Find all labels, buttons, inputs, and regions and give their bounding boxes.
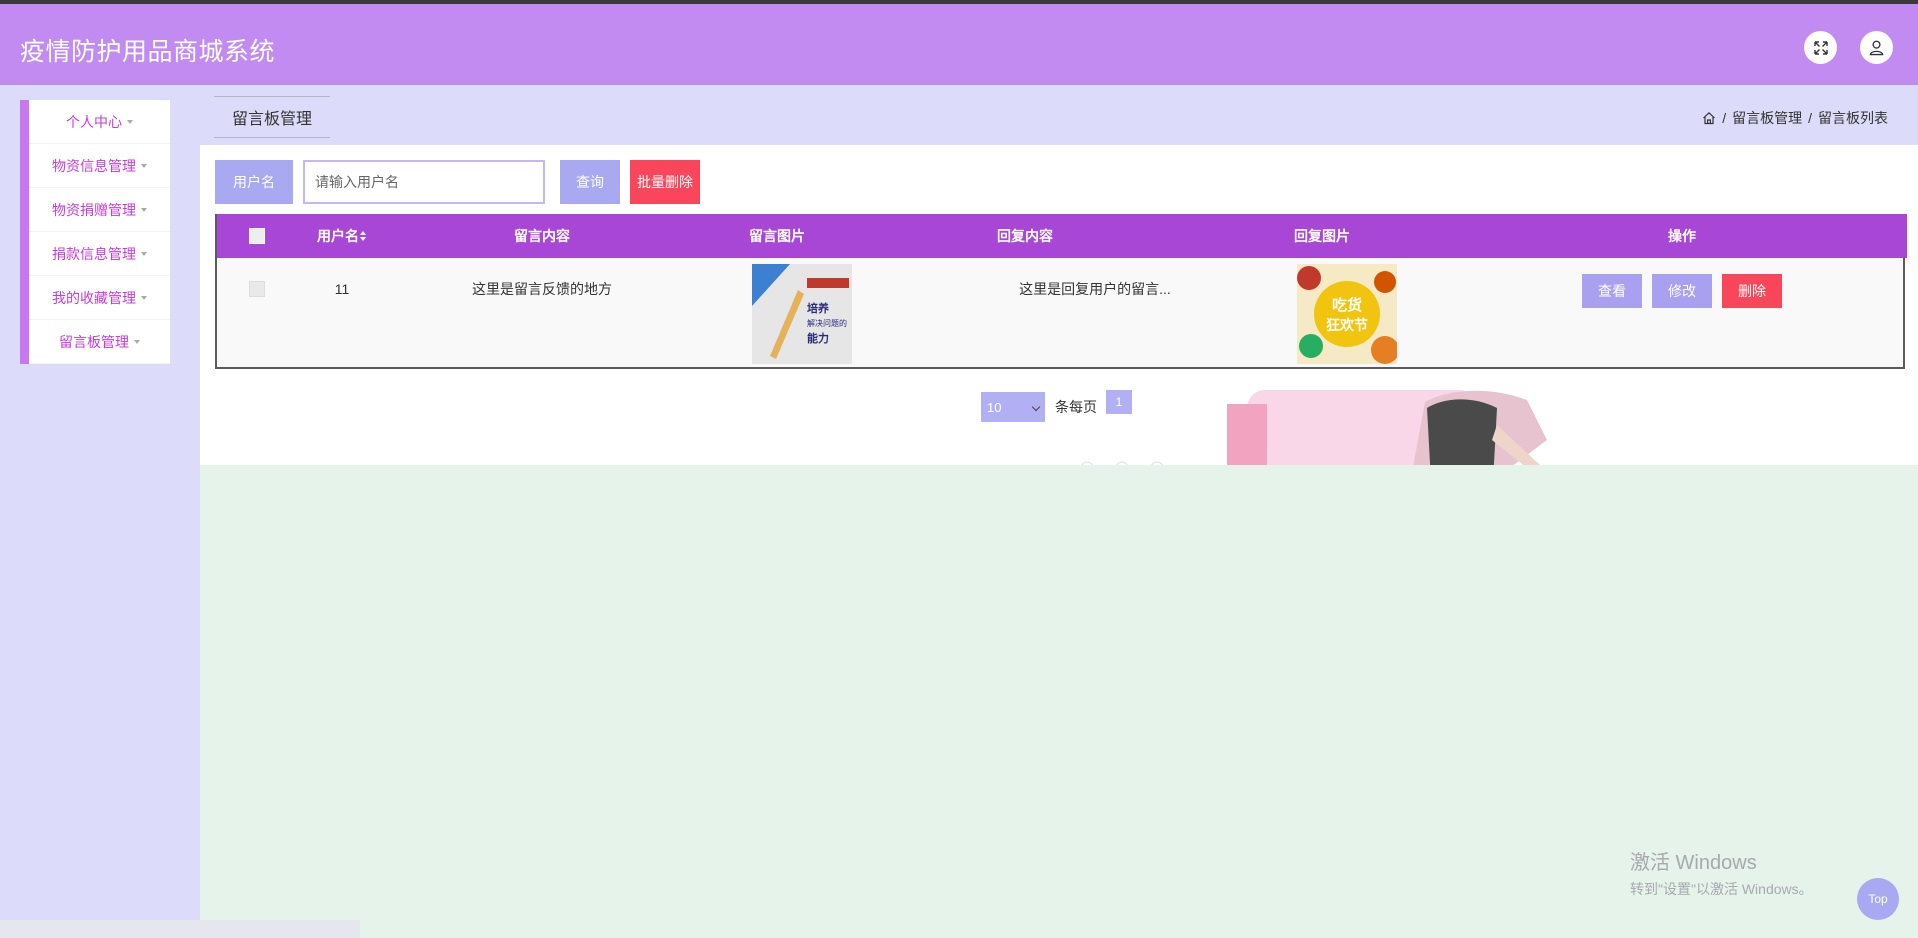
- message-image-thumbnail[interactable]: 培养 解决问题的 能力: [752, 264, 852, 364]
- user-profile-button[interactable]: [1860, 31, 1893, 64]
- sort-icon: [360, 231, 366, 241]
- sidebar-item-message-board[interactable]: 留言板管理: [29, 320, 170, 364]
- table-row: 11 这里是留言反馈的地方 培养 解决问题的 能力 这里是回复用户的留言... …: [217, 258, 1903, 367]
- delete-button[interactable]: 删除: [1722, 274, 1782, 308]
- sidebar-item-label: 个人中心: [66, 113, 122, 130]
- expand-icon: [1813, 40, 1828, 55]
- image-caption: 能力: [807, 331, 829, 345]
- batch-delete-button[interactable]: 批量删除: [630, 160, 700, 204]
- row-checkbox[interactable]: [249, 281, 265, 297]
- watermark-title: 激活 Windows: [1630, 852, 1757, 874]
- breadcrumb-level1[interactable]: 留言板管理: [1732, 108, 1802, 128]
- user-icon: [1869, 40, 1884, 56]
- sidebar-item-label: 物资捐赠管理: [52, 201, 136, 218]
- breadcrumb: / 留言板管理 / 留言板列表: [1702, 108, 1888, 128]
- select-all-cell: [237, 214, 277, 258]
- sidebar-item-label: 我的收藏管理: [52, 289, 136, 306]
- column-header-reply-image: 回复图片: [1294, 228, 1350, 244]
- cell-username: 11: [334, 281, 350, 297]
- message-board-table: 用户名 留言内容 留言图片 回复内容 回复图片 操作 11 这里是留言反馈的地方…: [215, 214, 1907, 369]
- column-header-image: 留言图片: [749, 228, 805, 244]
- per-page-label: 条每页: [1055, 399, 1097, 415]
- search-label: 用户名: [215, 160, 293, 204]
- caret-down-icon: [127, 119, 133, 124]
- caret-down-icon: [141, 207, 147, 212]
- home-icon[interactable]: [1702, 111, 1716, 125]
- caret-down-icon: [141, 295, 147, 300]
- sidebar-item-label: 留言板管理: [59, 333, 129, 350]
- caret-down-icon: [141, 163, 147, 168]
- column-header-actions: 操作: [1668, 228, 1696, 244]
- app-header: 疫情防护用品商城系统: [0, 4, 1918, 85]
- page-size-select[interactable]: 10: [981, 392, 1045, 422]
- query-button[interactable]: 查询: [560, 160, 620, 204]
- column-header-username[interactable]: 用户名: [287, 214, 397, 258]
- sidebar-menu: 个人中心 物资信息管理 物资捐赠管理 捐款信息管理 我的收藏管理 留言板管理: [20, 100, 170, 364]
- caret-down-icon: [134, 339, 140, 344]
- breadcrumb-separator: /: [1808, 110, 1812, 126]
- sidebar-item-favorites[interactable]: 我的收藏管理: [29, 276, 170, 320]
- username-search-input[interactable]: [303, 160, 545, 204]
- breadcrumb-separator: /: [1722, 110, 1727, 126]
- sidebar-item-supplies-info[interactable]: 物资信息管理: [29, 144, 170, 188]
- caret-down-icon: [141, 251, 147, 256]
- view-button[interactable]: 查看: [1582, 274, 1642, 308]
- app-title: 疫情防护用品商城系统: [20, 38, 276, 66]
- page-number-button[interactable]: 1: [1106, 390, 1132, 414]
- image-caption: 培养: [807, 301, 830, 315]
- sidebar-item-personal-center[interactable]: 个人中心: [29, 100, 170, 144]
- windows-activation-watermark: 激活 Windows 转到"设置"以激活 Windows。: [1630, 846, 1813, 899]
- row-select-cell: [237, 258, 277, 320]
- table-header: 用户名 留言内容 留言图片 回复内容 回复图片 操作: [217, 214, 1907, 258]
- sidebar-item-money-donation[interactable]: 捐款信息管理: [29, 232, 170, 276]
- watermark-subtitle: 转到"设置"以激活 Windows。: [1630, 881, 1813, 897]
- column-header-reply: 回复内容: [997, 228, 1053, 244]
- sidebar-item-label: 捐款信息管理: [52, 245, 136, 262]
- select-all-checkbox[interactable]: [249, 228, 265, 244]
- column-header-label: 用户名: [317, 228, 359, 244]
- image-caption: 狂欢节: [1326, 317, 1368, 334]
- image-caption: 解决问题的: [807, 318, 847, 328]
- breadcrumb-level2: 留言板列表: [1818, 110, 1888, 126]
- cell-reply: 这里是回复用户的留言...: [1019, 281, 1171, 297]
- background-illustration: [1047, 380, 1687, 465]
- column-header-content: 留言内容: [514, 228, 570, 244]
- image-caption: 吃货: [1332, 296, 1362, 314]
- pagination: 10 条每页 1: [981, 390, 1132, 422]
- reply-image-thumbnail[interactable]: 吃货 狂欢节: [1297, 264, 1397, 364]
- sidebar-item-supplies-donation[interactable]: 物资捐赠管理: [29, 188, 170, 232]
- browser-status-bar: [0, 920, 360, 938]
- cell-content: 这里是留言反馈的地方: [472, 281, 612, 297]
- edit-button[interactable]: 修改: [1652, 274, 1712, 308]
- fullscreen-button[interactable]: [1804, 31, 1837, 64]
- back-to-top-button[interactable]: Top: [1857, 878, 1899, 920]
- page-title-tab: 留言板管理: [214, 96, 330, 138]
- sidebar-item-label: 物资信息管理: [52, 157, 136, 174]
